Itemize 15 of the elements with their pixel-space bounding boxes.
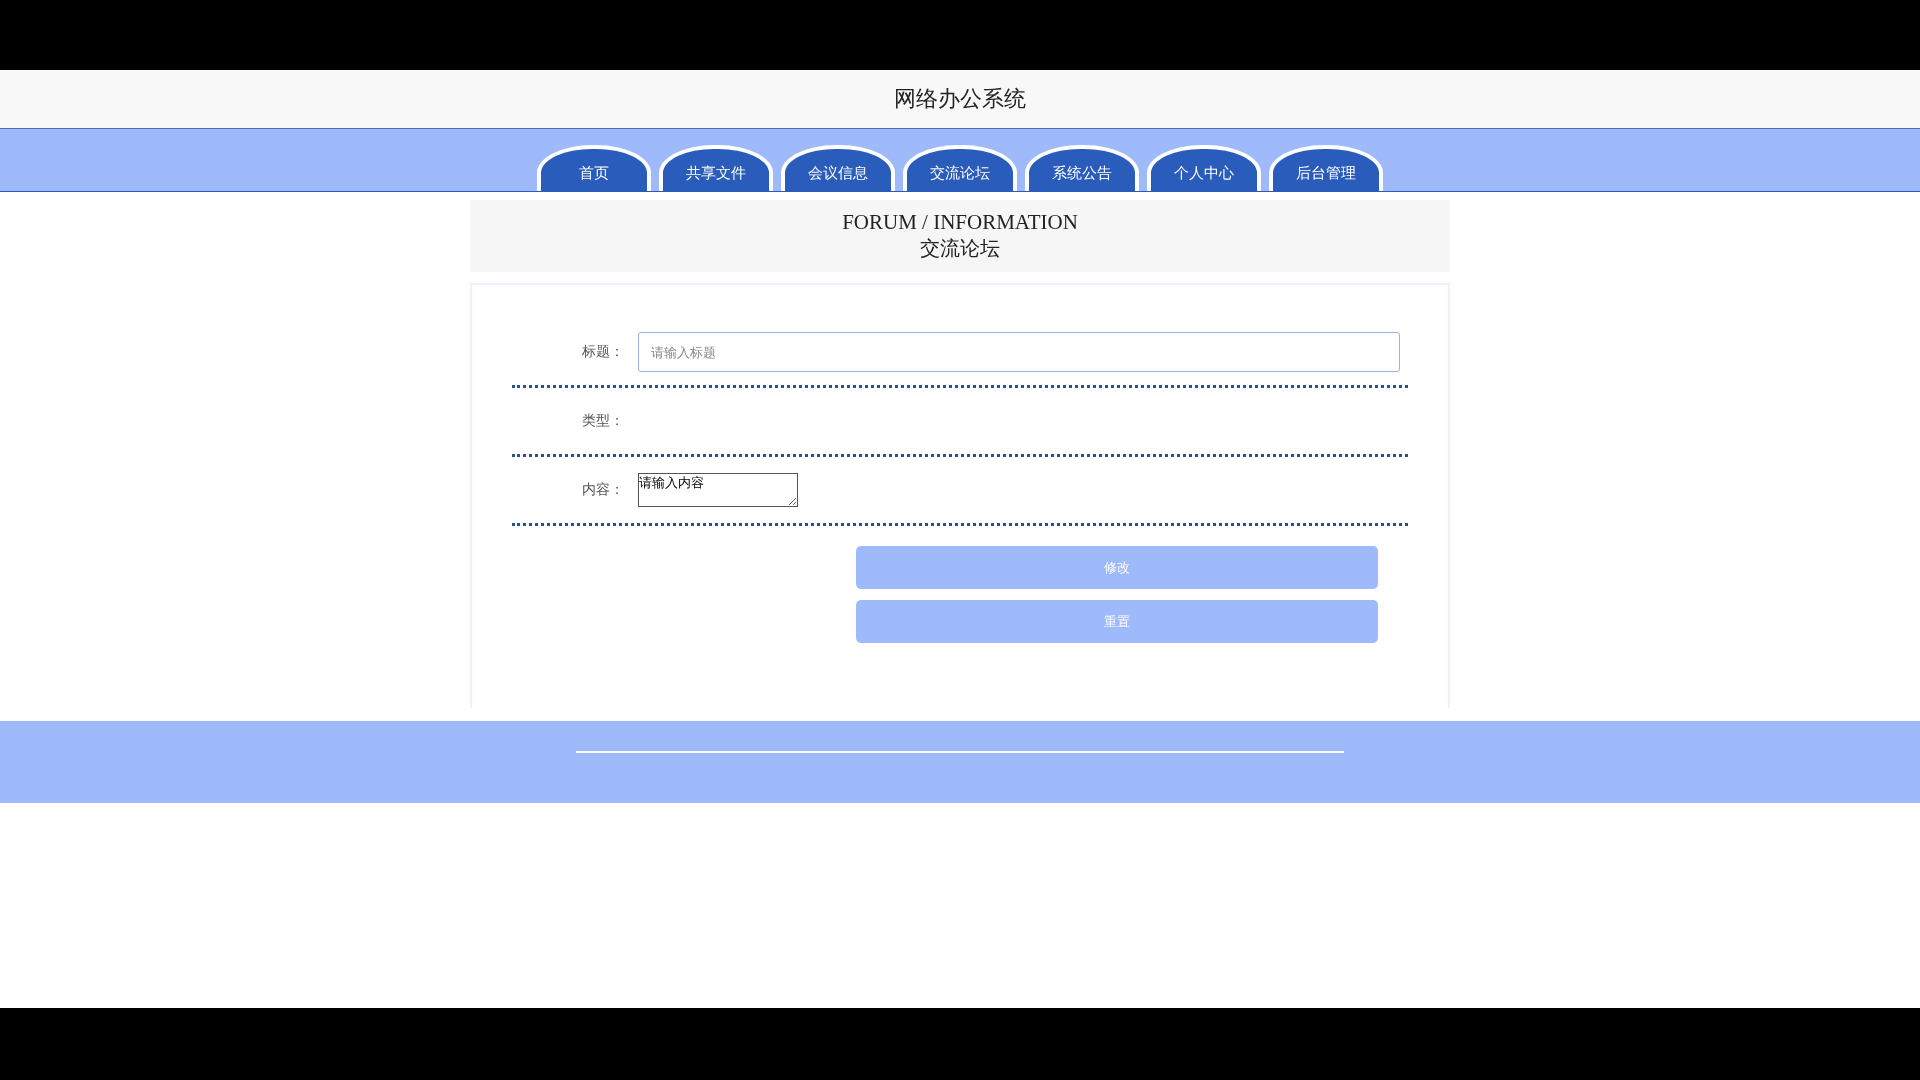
nav-tab[interactable]: 后台管理 [1269,145,1383,191]
section-title: FORUM / INFORMATION [842,210,1078,235]
content-textarea[interactable]: 请输入内容 [638,473,798,507]
site-title: 网络办公系统 [894,85,1026,113]
nav-tab[interactable]: 共享文件 [659,145,773,191]
nav-tab[interactable]: 首页 [537,145,651,191]
nav-tab[interactable]: 会议信息 [781,145,895,191]
field-label: 内容： [581,481,624,499]
nav-tab[interactable]: 系统公告 [1025,145,1139,191]
section-subtitle: 交流论坛 [920,236,1000,261]
title-input[interactable]: 请输入标题 [638,332,1400,372]
field-label: 标题： [581,343,624,361]
field-label: 类型： [581,412,624,430]
nav-tab[interactable]: 交流论坛 [903,145,1017,191]
nav-tab[interactable]: 个人中心 [1147,145,1261,191]
